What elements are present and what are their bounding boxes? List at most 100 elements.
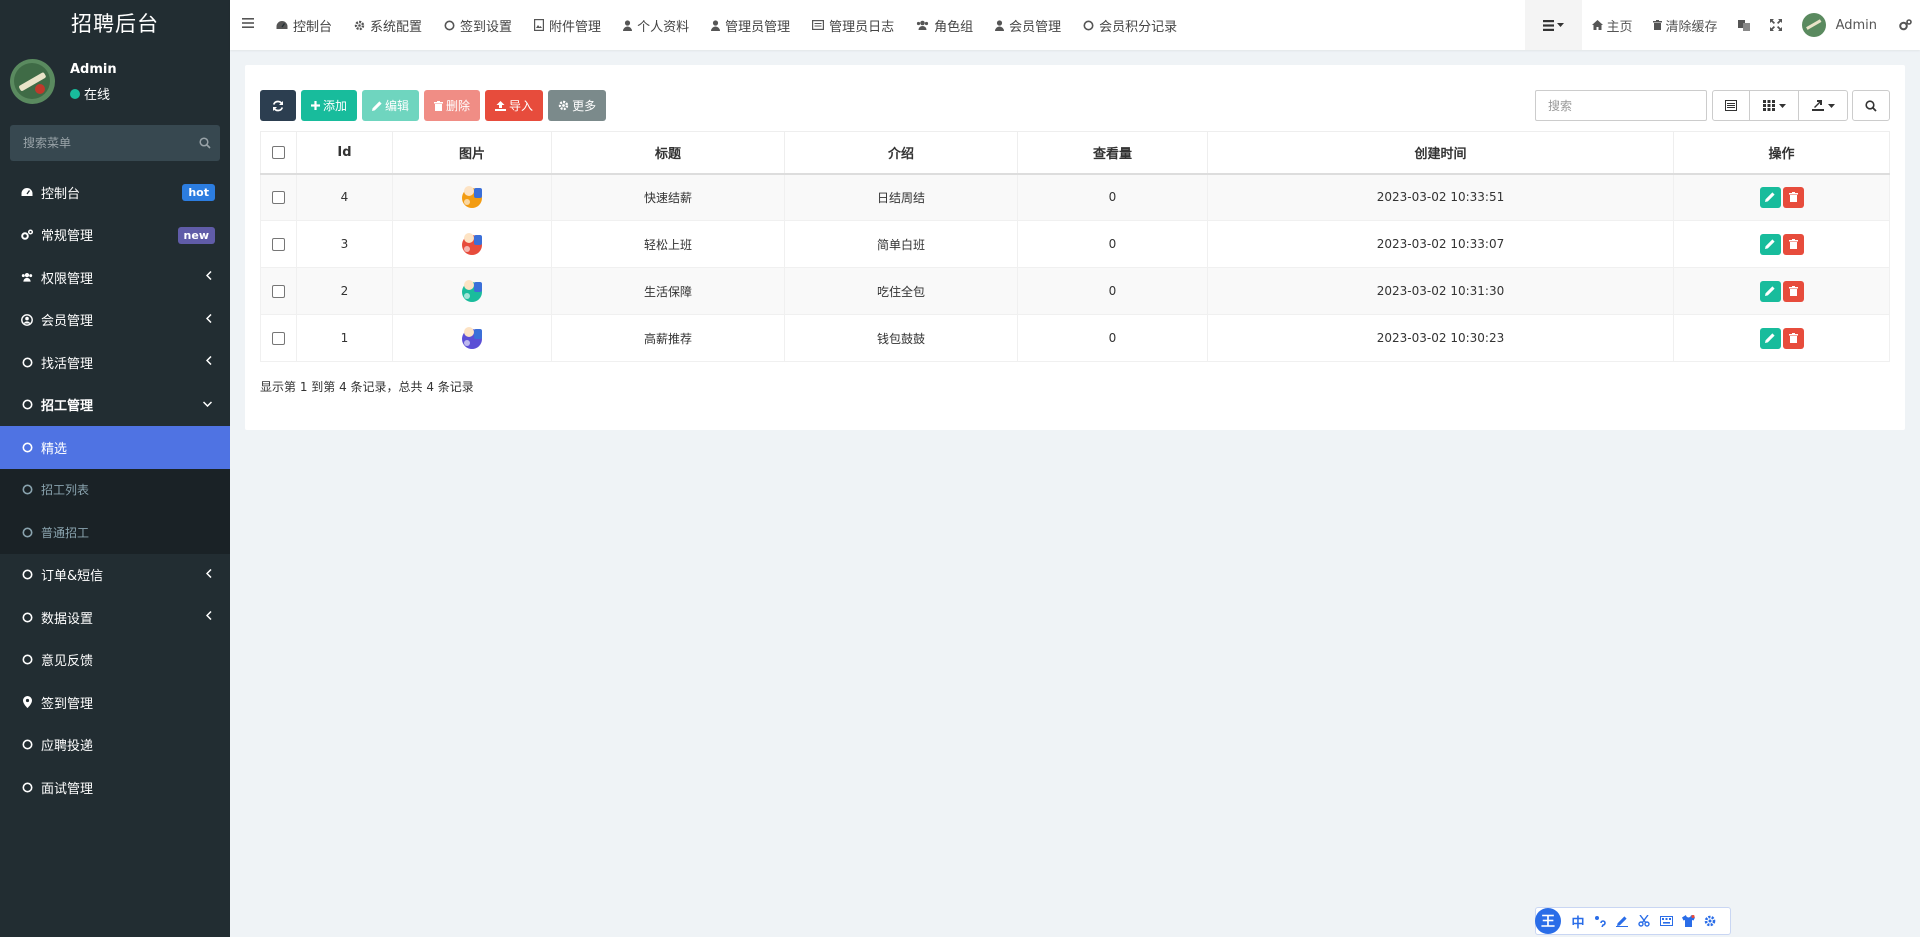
top-tab-7[interactable]: 角色组 [916, 16, 973, 35]
punctuation-icon[interactable] [1589, 915, 1611, 927]
top-tab-4[interactable]: 个人资料 [623, 16, 689, 35]
row-edit-button[interactable] [1759, 327, 1781, 349]
row-checkbox[interactable] [272, 285, 285, 298]
sidebar-item-12[interactable]: 签到管理 [0, 681, 230, 724]
edit-button[interactable]: 编辑 [362, 90, 420, 121]
column-header-actions: 操作 [1673, 131, 1890, 175]
scissors-icon[interactable] [1633, 915, 1655, 927]
row-delete-button[interactable] [1782, 327, 1804, 349]
edit-label: 编辑 [385, 99, 410, 113]
row-delete-button[interactable] [1782, 233, 1804, 255]
chevron-left-icon [206, 611, 212, 620]
top-tab-label: 个人资料 [637, 19, 690, 35]
import-button[interactable]: 导入 [485, 90, 544, 121]
sidebar-item-label: 常规管理 [41, 229, 94, 245]
toggle-view-button[interactable] [1712, 90, 1750, 121]
cell-views: 0 [1017, 220, 1208, 268]
app-logo[interactable]: 招聘后台 [0, 0, 230, 49]
columns-dropdown[interactable] [1749, 90, 1799, 121]
top-tab-5[interactable]: 管理员管理 [711, 16, 790, 35]
sidebar-item-0[interactable]: 控制台 hot [0, 171, 230, 214]
sidebar-item-7[interactable]: 招工列表 [0, 468, 230, 511]
sidebar-item-3[interactable]: 会员管理 [0, 299, 230, 342]
sidebar-item-label: 找活管理 [41, 356, 94, 372]
cell-created: 2023-03-02 10:30:23 [1207, 314, 1674, 362]
sidebar-item-label: 招工列表 [41, 483, 90, 498]
select-all-checkbox[interactable] [272, 145, 285, 159]
admin-avatar [1801, 13, 1826, 37]
row-delete-button[interactable] [1782, 186, 1804, 208]
row-edit-button[interactable] [1759, 233, 1781, 255]
sidebar-item-1[interactable]: 常规管理 new [0, 214, 230, 257]
user-panel: Admin 在线 [0, 49, 230, 118]
search-icon [1865, 99, 1877, 112]
row-select-cell [260, 220, 297, 268]
sidebar-item-5[interactable]: 招工管理 [0, 384, 230, 427]
top-tab-0[interactable]: 控制台 [276, 16, 332, 35]
row-checkbox[interactable] [272, 332, 285, 345]
keyboard-icon[interactable] [1655, 916, 1677, 926]
sidebar-item-13[interactable]: 应聘投递 [0, 724, 230, 767]
refresh-button[interactable] [260, 90, 296, 121]
sidebar-item-8[interactable]: 普通招工 [0, 511, 230, 554]
thumbnail-image[interactable] [458, 182, 486, 210]
cell-intro: 简单白班 [784, 220, 1018, 268]
export-dropdown[interactable] [1798, 90, 1848, 121]
thumbnail-image[interactable] [458, 323, 486, 351]
plus-icon [311, 101, 320, 110]
menu-search-input[interactable] [10, 136, 190, 150]
sidebar-item-9[interactable]: 订单&短信 [0, 554, 230, 597]
cell-intro: 钱包鼓鼓 [784, 314, 1018, 362]
top-tab-2[interactable]: 签到设置 [444, 16, 512, 35]
table-search-input[interactable] [1535, 90, 1707, 121]
advanced-search-button[interactable] [1852, 90, 1890, 121]
sidebar-item-label: 数据设置 [41, 611, 94, 627]
table-row[interactable]: 4 快速结薪 日结周结 0 2023-03-02 10:33:51 [260, 173, 1890, 221]
sidebar-item-6[interactable]: 精选 [0, 426, 230, 469]
th-icon [1762, 100, 1775, 111]
ime-lang-toggle[interactable]: 中 [1567, 912, 1589, 931]
control-sidebar-button[interactable] [1891, 0, 1920, 50]
column-header-id[interactable]: Id [296, 131, 393, 175]
table-body: 4 快速结薪 日结周结 0 2023-03-02 10:33:51 3 轻松上班 简单白班 0 2… [260, 173, 1890, 362]
top-tab-8[interactable]: 会员管理 [995, 16, 1061, 35]
sidebar-item-4[interactable]: 找活管理 [0, 341, 230, 384]
home-link[interactable]: 主页 [1582, 0, 1643, 50]
sidebar-toggle-icon[interactable] [242, 17, 254, 29]
handwriting-icon[interactable] [1611, 915, 1633, 927]
thumbnail-image[interactable] [458, 276, 486, 304]
row-edit-button[interactable] [1759, 280, 1781, 302]
delete-button[interactable]: 删除 [424, 90, 481, 121]
row-checkbox[interactable] [272, 238, 285, 251]
sidebar-item-14[interactable]: 面试管理 [0, 766, 230, 809]
thumbnail-image[interactable] [458, 229, 486, 257]
top-tab-3[interactable]: 附件管理 [534, 16, 601, 35]
table-row[interactable]: 3 轻松上班 简单白班 0 2023-03-02 10:33:07 [260, 220, 1890, 268]
sidebar-item-10[interactable]: 数据设置 [0, 596, 230, 639]
row-delete-button[interactable] [1782, 280, 1804, 302]
multi-menu-dropdown[interactable] [1524, 0, 1582, 50]
table-row[interactable]: 2 生活保障 吃住全包 0 2023-03-02 10:31:30 [260, 267, 1890, 315]
add-button[interactable]: 添加 [301, 90, 358, 121]
fullscreen-button[interactable] [1760, 0, 1792, 50]
sidebar-item-2[interactable]: 权限管理 [0, 256, 230, 299]
more-button[interactable]: 更多 [548, 90, 607, 121]
ime-logo[interactable]: 王 [1535, 908, 1561, 934]
row-edit-button[interactable] [1759, 186, 1781, 208]
skin-shirt-icon[interactable] [1677, 915, 1699, 927]
top-tab-6[interactable]: 管理员日志 [812, 16, 894, 35]
top-tab-1[interactable]: 系统配置 [354, 16, 422, 35]
cell-image [392, 220, 552, 268]
sidebar-item-label: 招工管理 [41, 399, 94, 415]
ime-settings-icon[interactable] [1699, 915, 1721, 927]
language-button[interactable] [1728, 0, 1760, 50]
column-header-created: 创建时间 [1207, 131, 1674, 175]
search-icon[interactable] [190, 137, 220, 149]
admin-user-menu[interactable]: Admin [1792, 0, 1891, 50]
clear-cache-button[interactable]: 清除缓存 [1643, 0, 1728, 50]
sidebar-item-11[interactable]: 意见反馈 [0, 639, 230, 682]
top-tab-9[interactable]: 会员积分记录 [1083, 16, 1177, 35]
table-row[interactable]: 1 高薪推荐 钱包鼓鼓 0 2023-03-02 10:30:23 [260, 314, 1890, 362]
row-checkbox[interactable] [272, 191, 285, 205]
row-select-cell [260, 173, 297, 221]
